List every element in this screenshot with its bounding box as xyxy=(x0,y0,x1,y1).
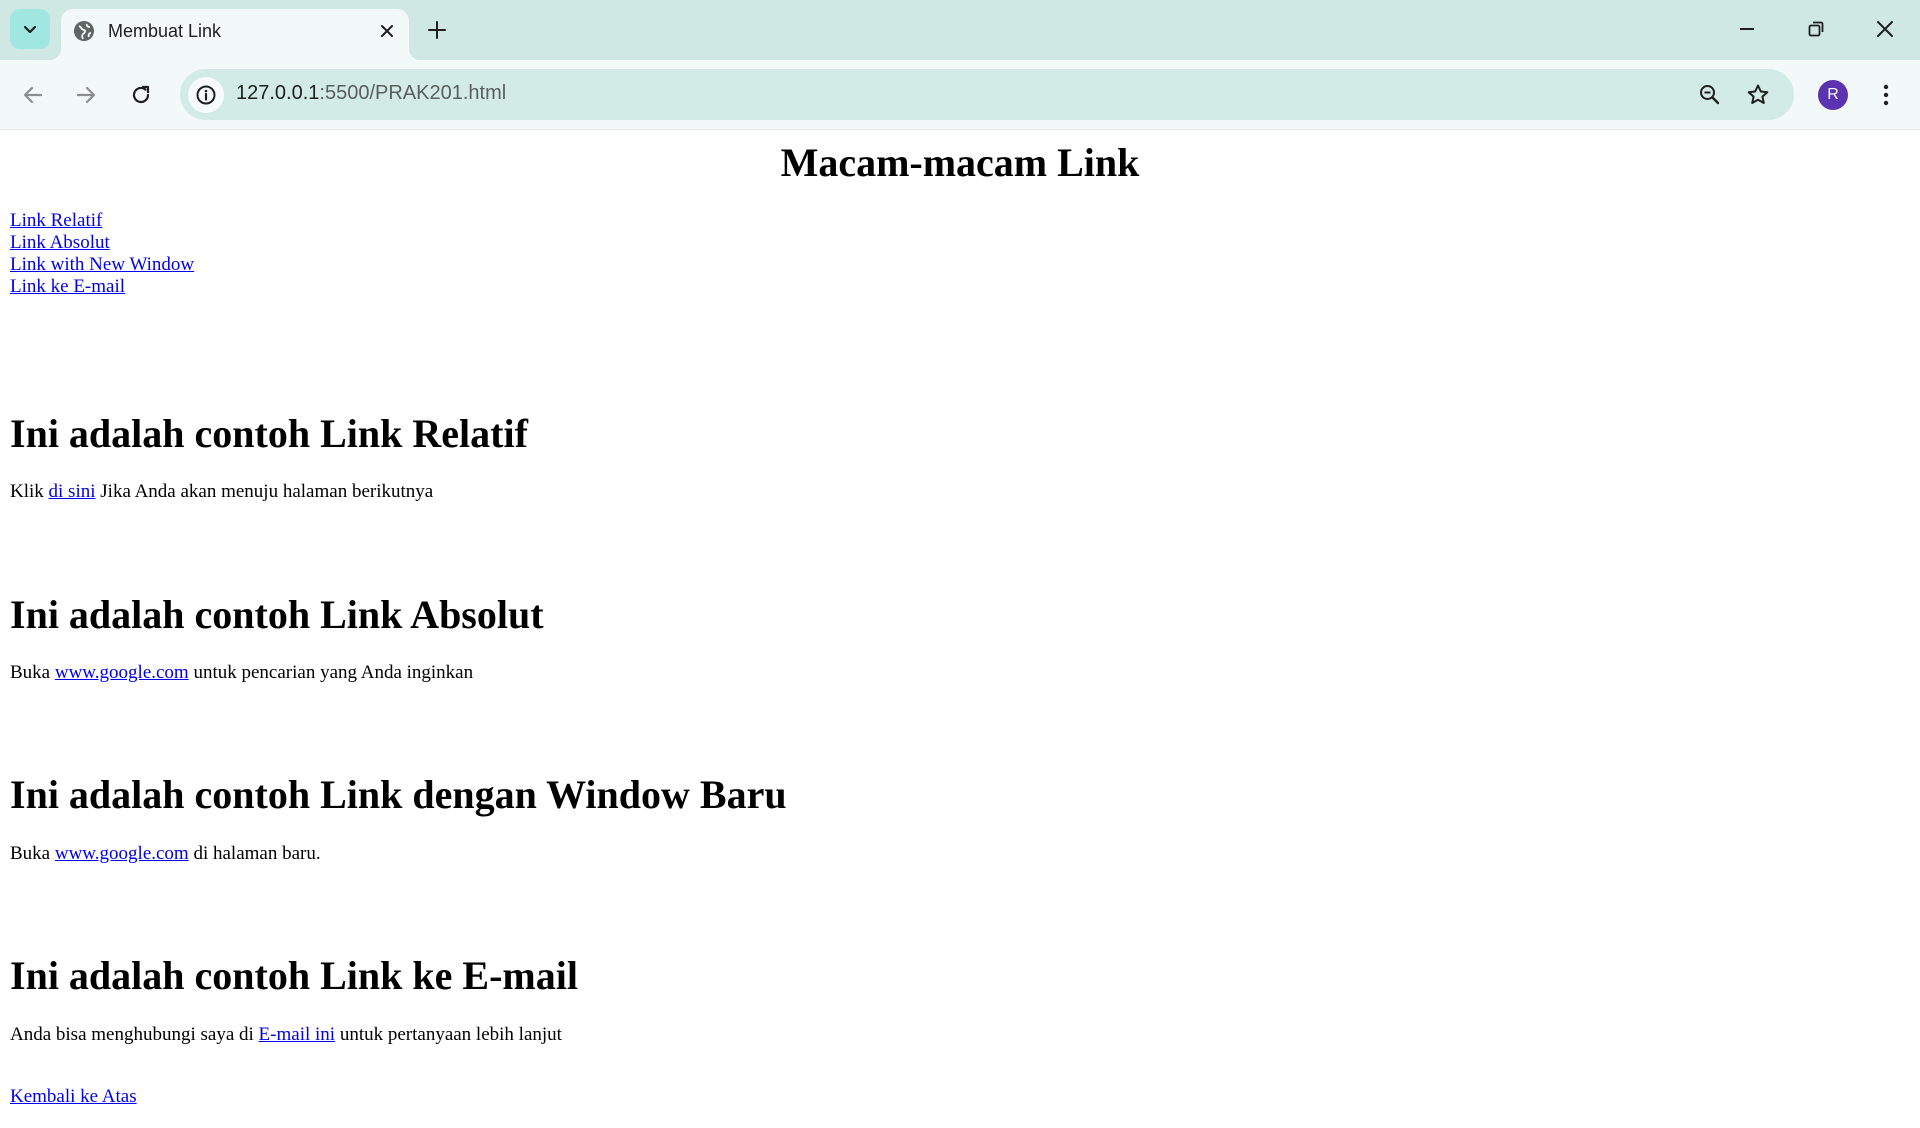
reload-icon[interactable] xyxy=(128,82,154,108)
text-after: untuk pertanyaan lebih lanjut xyxy=(335,1024,562,1045)
section-text-email: Anda bisa menghubungi saya di E-mail ini… xyxy=(10,1024,562,1046)
url-path: :5500/PRAK201.html xyxy=(319,82,507,104)
active-tab[interactable]: Membuat Link xyxy=(49,9,421,60)
star-icon[interactable] xyxy=(1744,81,1772,109)
minimize-icon[interactable] xyxy=(1734,16,1760,42)
url-host: 127.0.0.1 xyxy=(236,82,320,104)
page-content: Macam-macam Link Link Relatif Link Absol… xyxy=(0,130,1920,1128)
tab-search-button[interactable] xyxy=(10,9,50,49)
section-text-absolut: Buka www.google.com untuk pencarian yang… xyxy=(10,662,473,684)
text-before: Klik xyxy=(10,481,49,502)
link-google-new-window[interactable]: www.google.com xyxy=(55,843,189,864)
link-email[interactable]: Link ke E-mail xyxy=(10,276,194,298)
text-before: Anda bisa menghubungi saya di xyxy=(10,1024,259,1045)
back-arrow-icon[interactable] xyxy=(20,82,46,108)
page-title: Macam-macam Link xyxy=(780,140,1140,185)
section-heading-email: Ini adalah contoh Link ke E-mail xyxy=(10,953,578,998)
text-after: untuk pencarian yang Anda inginkan xyxy=(188,662,474,683)
section-heading-absolut: Ini adalah contoh Link Absolut xyxy=(10,592,544,637)
kebab-menu-icon[interactable] xyxy=(1874,81,1898,109)
url-text[interactable]: 127.0.0.1:5500/PRAK201.html xyxy=(236,82,506,105)
link-di-sini[interactable]: di sini xyxy=(49,481,96,502)
link-google[interactable]: www.google.com xyxy=(55,662,189,683)
section-heading-new-window: Ini adalah contoh Link dengan Window Bar… xyxy=(10,772,787,817)
site-info-button[interactable] xyxy=(188,77,224,113)
link-relatif[interactable]: Link Relatif xyxy=(10,210,194,232)
text-before: Buka xyxy=(10,843,55,864)
link-absolut[interactable]: Link Absolut xyxy=(10,232,194,254)
tab-title: Membuat Link xyxy=(108,21,222,41)
close-window-icon[interactable] xyxy=(1872,16,1898,42)
globe-icon xyxy=(74,21,94,41)
close-icon[interactable] xyxy=(375,19,399,43)
back-to-top-link[interactable]: Kembali ke Atas xyxy=(10,1086,137,1108)
zoom-icon[interactable] xyxy=(1696,81,1724,109)
address-bar[interactable]: 127.0.0.1:5500/PRAK201.html xyxy=(180,69,1794,120)
text-after: di halaman baru. xyxy=(188,843,321,864)
info-icon xyxy=(196,85,216,105)
forward-arrow-icon[interactable] xyxy=(73,82,99,108)
tab-strip: Membuat Link xyxy=(0,0,1920,60)
restore-icon[interactable] xyxy=(1803,16,1829,42)
section-text-new-window: Buka www.google.com di halaman baru. xyxy=(10,843,321,865)
link-list: Link Relatif Link Absolut Link with New … xyxy=(10,210,194,298)
section-text-relatif: Klik di sini Jika Anda akan menuju halam… xyxy=(10,481,433,503)
tab-search-icon xyxy=(23,25,37,34)
text-before: Buka xyxy=(10,662,55,683)
section-heading-relatif: Ini adalah contoh Link Relatif xyxy=(10,411,528,456)
profile-avatar[interactable]: R xyxy=(1818,80,1848,110)
plus-icon[interactable] xyxy=(425,18,449,42)
link-new-window[interactable]: Link with New Window xyxy=(10,254,194,276)
text-after: Jika Anda akan menuju halaman berikutnya xyxy=(95,481,434,502)
link-email-ini[interactable]: E-mail ini xyxy=(259,1024,336,1045)
browser-toolbar: 127.0.0.1:5500/PRAK201.html R xyxy=(0,60,1920,130)
